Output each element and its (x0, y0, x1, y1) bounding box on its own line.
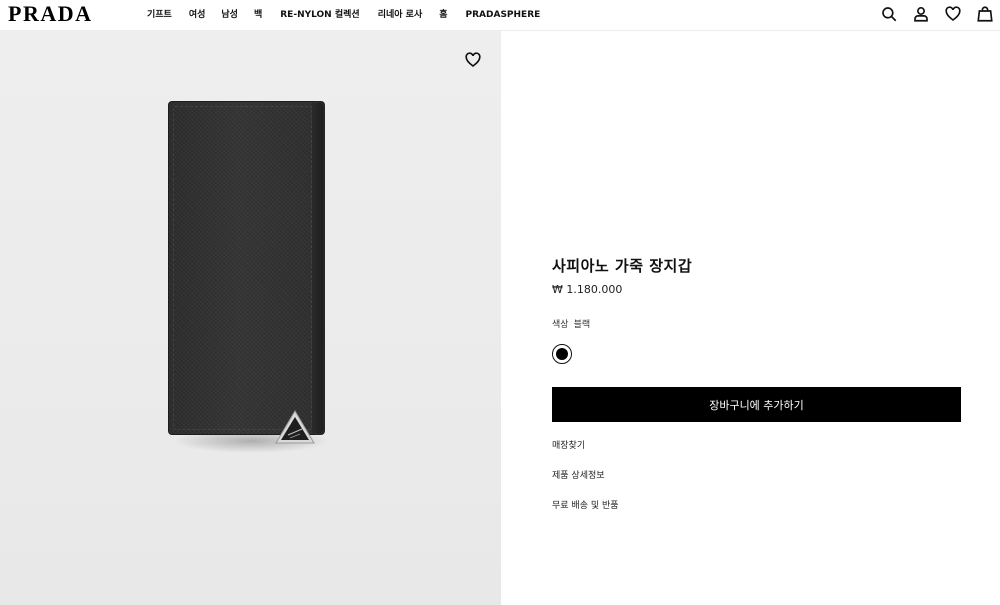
nav-item-linea-rossa[interactable]: 리네아 로사 (378, 9, 423, 21)
nav-item-bags[interactable]: 백 (254, 9, 262, 21)
product-details-panel: 사피아노 가죽 장지갑 ₩ 1.180.000 색상 블랙 장바구니에 추가하기 … (501, 31, 1000, 605)
shopping-bag-icon[interactable] (976, 5, 994, 23)
product-price: ₩ 1.180.000 (552, 283, 623, 296)
product-image-panel (0, 31, 501, 605)
shipping-returns-link[interactable]: 무료 배송 및 반품 (552, 498, 619, 511)
header-icons (880, 5, 994, 23)
wishlist-icon[interactable] (944, 5, 962, 23)
product-title: 사피아노 가죽 장지갑 (552, 257, 693, 275)
account-icon[interactable] (912, 5, 930, 23)
nav-item-men[interactable]: 남성 (221, 9, 238, 21)
nav-item-home[interactable]: 홈 (439, 9, 447, 21)
store-locator-link[interactable]: 매장찾기 (552, 438, 585, 451)
brand-logo[interactable]: PRADA (8, 3, 93, 25)
color-selection-label: 색상 블랙 (552, 317, 595, 330)
nav-item-re-nylon[interactable]: RE-NYLON 컬렉션 (280, 9, 359, 21)
wallet-edge (312, 103, 323, 433)
nav-item-women[interactable]: 여성 (189, 9, 206, 21)
triangle-logo-icon (275, 410, 315, 444)
product-details-link[interactable]: 제품 상세정보 (552, 468, 605, 481)
search-icon[interactable] (880, 5, 898, 23)
heart-icon[interactable] (464, 51, 482, 69)
wallet-stitching (173, 106, 312, 430)
site-header: PRADA 기프트 여성 남성 백 RE-NYLON 컬렉션 리네아 로사 홈 … (0, 0, 1000, 31)
add-to-cart-button[interactable]: 장바구니에 추가하기 (552, 387, 961, 422)
color-label: 색상 (552, 320, 569, 330)
nav-item-pradasphere[interactable]: PRADASPHERE (466, 9, 541, 21)
color-swatch-black[interactable] (552, 344, 572, 364)
nav-item-gifts[interactable]: 기프트 (147, 9, 172, 21)
color-value: 블랙 (573, 320, 591, 330)
main-nav: 기프트 여성 남성 백 RE-NYLON 컬렉션 리네아 로사 홈 PRADAS… (147, 9, 558, 21)
